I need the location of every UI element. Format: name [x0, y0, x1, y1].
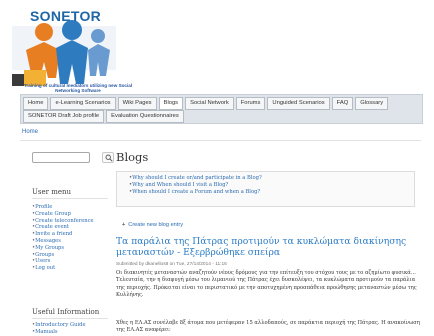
logo-text: SONETOR	[30, 8, 102, 24]
tab-draft-job-profile[interactable]: SONETOR Draft Job profile	[23, 110, 105, 123]
blog-post-body: Οι διακινητές μεταναστών αναζητούν νέους…	[116, 270, 417, 299]
user-menu-item-create-group[interactable]: Create Group	[32, 211, 94, 218]
tab-blogs[interactable]: Blogs	[158, 97, 184, 110]
create-blog-entry-link[interactable]: + Create new blog entry	[122, 222, 183, 228]
user-menu-item-profile[interactable]: Profile	[32, 204, 94, 211]
blog-post-title[interactable]: Τα παράλια της Πάτρας προτιμούν τα κυκλώ…	[116, 236, 421, 258]
blog-post-submitted: Submitted by dkanellos8 on Tue, 27/14/20…	[116, 262, 227, 267]
user-menu-item-create-teleconference[interactable]: Create teleconference	[32, 218, 94, 225]
nav-row-secondary: SONETOR Draft Job profile Evaluation Que…	[23, 110, 184, 123]
user-menu-item-my-groups[interactable]: My Groups	[32, 245, 94, 252]
page-title: Blogs	[116, 150, 149, 164]
create-blog-entry-label: Create new blog entry	[128, 222, 184, 228]
tab-home[interactable]: Home	[23, 97, 49, 110]
faq-link-why-participate[interactable]: Why should I create or/and participate i…	[129, 175, 414, 182]
user-menu-item-messages[interactable]: Messages	[32, 238, 94, 245]
user-menu-item-log-out[interactable]: Log out	[32, 265, 94, 272]
useful-information-divider	[32, 318, 108, 319]
user-menu-item-create-event[interactable]: Create event	[32, 224, 94, 231]
tab-wiki-pages[interactable]: Wiki Pages	[117, 97, 157, 110]
faq-link-why-visit[interactable]: Why and When should I visit a Blog?	[129, 182, 414, 189]
plus-icon: +	[122, 222, 126, 228]
user-menu-item-users[interactable]: Users	[32, 258, 94, 265]
user-menu-item-groups[interactable]: Groups	[32, 252, 94, 259]
user-menu-title: User menu	[32, 188, 72, 196]
tab-unguided-scenarios[interactable]: Unguided Scenarios	[267, 97, 330, 110]
site-tagline: Training of cultural mediators utilizing…	[23, 83, 133, 94]
faq-link-forum-vs-blog[interactable]: When should I create a Forum and when a …	[129, 189, 414, 196]
search-input[interactable]	[32, 152, 90, 163]
blog-faq-box: Why should I create or/and participate i…	[116, 171, 415, 207]
tab-faq[interactable]: FAQ	[331, 97, 354, 110]
search-button[interactable]	[102, 152, 114, 163]
tab-elearning-scenarios[interactable]: e-Learning Scenarios	[50, 97, 116, 110]
tab-social-network[interactable]: Social Network	[185, 97, 234, 110]
site-logo[interactable]: SONETOR	[4, 4, 124, 92]
header-divider	[20, 140, 421, 141]
nav-row-primary: Home e-Learning Scenarios Wiki Pages Blo…	[23, 97, 389, 110]
user-menu-divider	[32, 198, 108, 199]
tab-glossary[interactable]: Glossary	[355, 97, 389, 110]
blog-faq-list: Why should I create or/and participate i…	[117, 172, 414, 197]
user-menu-list: Profile Create Group Create teleconferen…	[32, 204, 94, 272]
search-icon	[105, 154, 113, 162]
tab-evaluation-questionnaires[interactable]: Evaluation Questionnaires	[106, 110, 184, 123]
breadcrumb-home[interactable]: Home	[22, 129, 38, 135]
site-header: SONETOR Training of cultural mediators u…	[0, 0, 434, 124]
user-menu-item-invite-friend[interactable]: Invite a friend	[32, 231, 94, 238]
blog-post-body-continued: Χθες η ΕΛ.ΑΣ συνέλαβε 8ξ άτομα που μετέφ…	[116, 320, 420, 334]
tab-forums[interactable]: Forums	[235, 97, 266, 110]
useful-information-list: Introductory Guide Manuals	[32, 322, 85, 336]
main-navigation: Home e-Learning Scenarios Wiki Pages Blo…	[20, 94, 423, 124]
useful-information-title: Useful Information	[32, 308, 100, 316]
useful-item-introductory-guide[interactable]: Introductory Guide	[32, 322, 85, 329]
